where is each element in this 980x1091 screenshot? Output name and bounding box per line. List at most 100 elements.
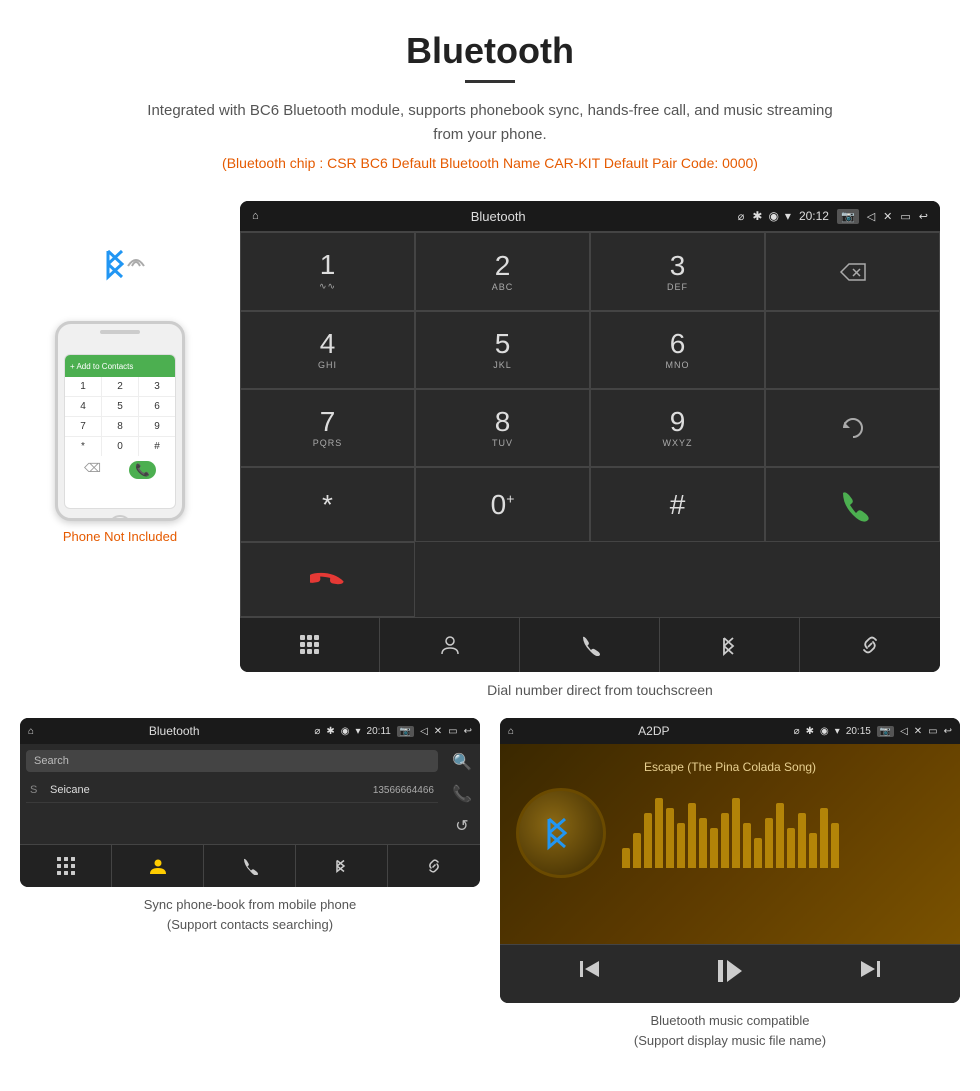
dial-grid: 1∿∿ 2ABC 3DEF 4GHI — [240, 231, 940, 617]
eq-bar — [743, 823, 751, 868]
music-caption: Bluetooth music compatible (Support disp… — [634, 1003, 826, 1054]
music-wifi-icon: ▾ — [835, 726, 840, 737]
music-bt-icon: ✱ — [806, 726, 814, 737]
dial-backspace[interactable] — [765, 232, 940, 311]
pb-close-icon: ✕ — [434, 726, 442, 737]
pb-caption: Sync phone-book from mobile phone (Suppo… — [144, 887, 356, 938]
pb-wifi-icon: ▾ — [356, 726, 361, 737]
phone-screen-header: + Add to Contacts — [65, 355, 175, 377]
pb-search-placeholder: Search — [34, 755, 69, 767]
dial-key-7[interactable]: 7PQRS — [240, 389, 415, 467]
page-header: Bluetooth Integrated with BC6 Bluetooth … — [0, 0, 980, 201]
dial-camera-icon: 📷 — [837, 209, 859, 224]
eq-bar — [732, 798, 740, 868]
eq-bar — [622, 848, 630, 868]
music-panel: ⌂ A2DP ⌀ ✱ ◉ ▾ 20:15 📷 ◁ ✕ ▭ ↩ Escape (T… — [500, 718, 960, 1054]
dial-screen: ⌂ Bluetooth ⌀ ✱ ◉ ▾ 20:12 📷 ◁ ✕ ▭ ↩ 1 — [240, 201, 940, 672]
pb-bottom-dialpad[interactable] — [20, 845, 112, 887]
bottom-panels: ⌂ Bluetooth ⌀ ✱ ◉ ▾ 20:11 📷 ◁ ✕ ▭ ↩ Sear… — [0, 718, 980, 1084]
dial-usb-icon: ⌀ — [738, 210, 745, 223]
pb-bottom-contacts[interactable] — [112, 845, 204, 887]
eq-bar — [798, 813, 806, 868]
dial-key-0[interactable]: 0+ — [415, 467, 590, 542]
title-underline — [465, 80, 515, 83]
eq-bar — [688, 803, 696, 868]
pb-contact-phone: 13566664466 — [373, 785, 434, 796]
dial-bottom-link[interactable] — [800, 618, 940, 672]
dial-bottom-dialpad[interactable] — [240, 618, 380, 672]
music-bluetooth-icon — [541, 813, 581, 853]
music-win-icon: ▭ — [928, 726, 937, 737]
dialer-key-4: 4 — [65, 397, 101, 416]
phone-dialer: 1 2 3 4 5 6 7 8 9 * 0 # — [65, 377, 175, 456]
eq-bar — [765, 818, 773, 868]
dialer-key-9: 9 — [139, 417, 175, 436]
eq-bar — [710, 828, 718, 868]
dial-wifi-icon: ▾ — [785, 209, 791, 223]
music-playpause-btn[interactable] — [716, 957, 744, 991]
dial-key-4[interactable]: 4GHI — [240, 311, 415, 389]
music-prev-btn[interactable] — [577, 957, 601, 991]
dial-bottom-bluetooth[interactable] — [660, 618, 800, 672]
eq-bar — [820, 808, 828, 868]
dial-key-1[interactable]: 1∿∿ — [240, 232, 415, 311]
music-equalizer — [622, 798, 944, 868]
pb-main: Search S Seicane 13566664466 — [20, 744, 444, 844]
bluetooth-icon-wrap — [80, 231, 160, 311]
dial-bottom-bar — [240, 617, 940, 672]
page-specs: (Bluetooth chip : CSR BC6 Default Blueto… — [20, 155, 960, 171]
music-back-icon: ↩ — [944, 726, 952, 737]
dial-back-icon: ↩ — [919, 210, 928, 223]
music-song-name: Escape (The Pina Colada Song) — [644, 760, 816, 774]
pb-sidebar-refresh-icon[interactable]: ↺ — [455, 816, 468, 836]
phonebook-panel: ⌂ Bluetooth ⌀ ✱ ◉ ▾ 20:11 📷 ◁ ✕ ▭ ↩ Sear… — [20, 718, 480, 1054]
phone-not-included-text: Phone Not Included — [63, 529, 177, 544]
eq-bar — [754, 838, 762, 868]
dial-key-8[interactable]: 8TUV — [415, 389, 590, 467]
dial-bottom-call[interactable] — [520, 618, 660, 672]
music-vol-icon: ◁ — [900, 726, 908, 737]
pb-search-bar[interactable]: Search — [26, 750, 438, 772]
pb-bottom-link[interactable] — [388, 845, 480, 887]
dial-key-hash[interactable]: # — [590, 467, 765, 542]
music-next-btn[interactable] — [859, 957, 883, 991]
pb-vol-icon: ◁ — [420, 726, 428, 737]
dial-refresh[interactable] — [765, 389, 940, 467]
eq-bar — [776, 803, 784, 868]
dial-key-6[interactable]: 6MNO — [590, 311, 765, 389]
pb-bottom-call[interactable] — [204, 845, 296, 887]
phonebook-screen: ⌂ Bluetooth ⌀ ✱ ◉ ▾ 20:11 📷 ◁ ✕ ▭ ↩ Sear… — [20, 718, 480, 887]
music-content: Escape (The Pina Colada Song) — [500, 744, 960, 944]
dial-time: 20:12 — [799, 209, 829, 223]
dial-bt-icon: ✱ — [752, 209, 762, 223]
dialer-key-6: 6 — [139, 397, 175, 416]
phone-area: + Add to Contacts 1 2 3 4 5 6 7 8 9 * 0 … — [20, 201, 220, 544]
dial-call-green[interactable] — [765, 467, 940, 542]
page-description: Integrated with BC6 Bluetooth module, su… — [140, 99, 840, 147]
music-usb-icon: ⌀ — [794, 726, 800, 737]
pb-title: Bluetooth — [40, 724, 308, 738]
pb-sidebar-search-icon[interactable]: 🔍 — [452, 752, 472, 772]
pb-contact-letter: S — [30, 784, 42, 796]
dial-bottom-contacts[interactable] — [380, 618, 520, 672]
music-cam-icon: 📷 — [877, 726, 894, 737]
dial-call-red[interactable] — [240, 542, 415, 617]
pb-bottom-bar — [20, 844, 480, 887]
dial-key-2[interactable]: 2ABC — [415, 232, 590, 311]
dial-key-3[interactable]: 3DEF — [590, 232, 765, 311]
dial-key-5[interactable]: 5JKL — [415, 311, 590, 389]
dial-key-9[interactable]: 9WXYZ — [590, 389, 765, 467]
pb-bottom-bluetooth[interactable] — [296, 845, 388, 887]
pb-cam-icon: 📷 — [397, 726, 414, 737]
dial-key-star[interactable]: * — [240, 467, 415, 542]
bluetooth-signal-icon — [80, 231, 160, 311]
dialer-key-7: 7 — [65, 417, 101, 436]
dial-window-icon: ▭ — [900, 210, 910, 223]
pb-sidebar-call-icon[interactable]: 📞 — [452, 784, 472, 804]
pb-content: Search S Seicane 13566664466 🔍 📞 ↺ — [20, 744, 480, 844]
eq-bar — [721, 813, 729, 868]
dial-status-bar: ⌂ Bluetooth ⌀ ✱ ◉ ▾ 20:12 📷 ◁ ✕ ▭ ↩ — [240, 201, 940, 231]
phone-mock: + Add to Contacts 1 2 3 4 5 6 7 8 9 * 0 … — [55, 321, 185, 521]
music-controls — [500, 944, 960, 1003]
dialer-key-8: 8 — [102, 417, 138, 436]
